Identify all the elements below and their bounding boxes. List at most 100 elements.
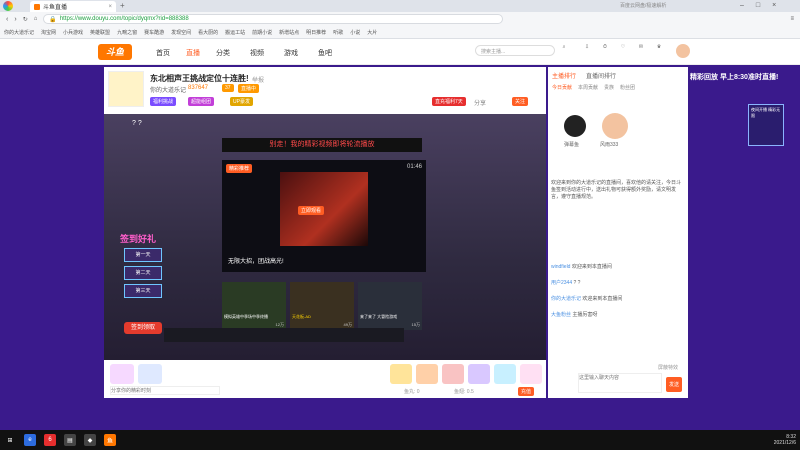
nav-game[interactable]: 游戏 (284, 48, 298, 58)
app-icon[interactable]: ◆ (84, 434, 96, 446)
nav-category[interactable]: 分类 (216, 48, 230, 58)
chat-user[interactable]: windfield (551, 264, 570, 270)
follow-button[interactable]: 关注 (512, 97, 529, 106)
fish-balance: 鱼丸: 0 (404, 389, 420, 395)
room-title: 东北相声王挑战定位十连胜! (150, 74, 249, 83)
download-icon[interactable]: ⇩ (580, 44, 594, 58)
tab-close-icon[interactable]: × (108, 4, 112, 10)
room-tag[interactable]: 福利挑战 (150, 97, 177, 106)
nav-live[interactable]: 直播 (186, 48, 200, 58)
message-icon[interactable]: ✉ (634, 44, 648, 58)
menu-icon[interactable]: ≡ (790, 16, 794, 22)
browser-logo-icon[interactable] (3, 1, 13, 11)
bookmark-item[interactable]: 你的大道乐记 (4, 29, 34, 36)
gift-badge[interactable]: 直充福利7天 (432, 97, 466, 106)
anchor-avatar[interactable] (108, 71, 144, 107)
sign-in-day[interactable]: 第二天 (124, 266, 162, 280)
subtab[interactable]: 今日贡献 (552, 84, 572, 94)
forward-icon[interactable]: › (14, 16, 16, 23)
mute-effects-toggle[interactable]: 屏蔽特效 (658, 364, 678, 371)
report-link[interactable]: 举报 (252, 75, 264, 84)
bookmark-item[interactable]: 看大厨的 (198, 29, 218, 36)
replay-preview[interactable]: 精彩推荐 01:46 立即观看 无限大招，团战高光! (222, 160, 426, 272)
recommend-card[interactable]: 来了来了 大冒险游戏 15万 (358, 282, 422, 330)
folder-icon[interactable]: ▤ (64, 434, 76, 446)
nav-video[interactable]: 视频 (250, 48, 264, 58)
share-button[interactable]: 分享 (474, 98, 486, 107)
subtab[interactable]: 本周贡献 (578, 84, 598, 94)
room-tag[interactable]: UP豪发 (230, 97, 253, 106)
send-button[interactable]: 发送 (666, 377, 683, 392)
gift-icon[interactable] (390, 364, 412, 384)
vip-icon[interactable]: ♛ (652, 44, 666, 58)
app-icon[interactable]: 6 (44, 434, 56, 446)
bookmark-item[interactable]: 小兵游戏 (63, 29, 83, 36)
start-icon[interactable]: ⊞ (4, 434, 16, 446)
recommend-card[interactable]: 天花板-AD 49万 (290, 282, 354, 330)
recommend-card[interactable]: 模拟英雄中季场中季终播 12万 (222, 282, 286, 330)
bookmark-item[interactable]: 英雄联盟 (90, 29, 110, 36)
subtab[interactable]: 粉丝团 (620, 84, 635, 94)
back-icon[interactable]: ‹ (6, 16, 8, 23)
nav-fish[interactable]: 鱼吧 (318, 48, 332, 58)
refresh-icon[interactable]: ↻ (23, 16, 28, 23)
room-tag[interactable]: 超能组团 (188, 97, 215, 106)
history-icon[interactable]: ⏱ (598, 44, 612, 58)
bookmark-item[interactable]: 发现空间 (171, 29, 191, 36)
chat-user[interactable]: 你的大道乐记 (551, 296, 581, 302)
gift-icon[interactable] (416, 364, 438, 384)
douyu-logo[interactable]: 斗鱼 (98, 44, 132, 60)
home-icon[interactable]: ⌂ (34, 16, 38, 22)
share-input[interactable] (110, 386, 220, 395)
anchor-name[interactable]: 你的大道乐记 (150, 85, 186, 94)
bookmark-item[interactable]: 前期小说 (252, 29, 272, 36)
bookmark-item[interactable]: 明日推荐 (306, 29, 326, 36)
gift-icon[interactable] (442, 364, 464, 384)
avatar[interactable] (676, 44, 690, 58)
bookmark-item[interactable]: 赛车酷游 (144, 29, 164, 36)
recharge-button[interactable]: 充值 (518, 387, 535, 396)
follow-icon[interactable]: ♡ (616, 44, 630, 58)
mini-banner[interactable]: 夜间开播 精彩无限 (748, 104, 784, 146)
sign-in-panel: 签到好礼 第一天 第二天 第三天 签到领取 (120, 232, 170, 336)
nav-home[interactable]: 首页 (156, 48, 170, 58)
chat-user[interactable]: 用户2344 (551, 280, 572, 286)
sign-in-day[interactable]: 第一天 (124, 248, 162, 262)
chat-input[interactable] (578, 373, 662, 393)
fish-ball-icon[interactable] (138, 364, 162, 384)
video-player[interactable]: ? ? 别走！我的精彩视频即将轮流播放 精彩推荐 01:46 立即观看 无限大招… (104, 114, 546, 360)
tab-anchor-rank[interactable]: 主播排行 (552, 71, 576, 81)
sign-in-day[interactable]: 第三天 (124, 284, 162, 298)
tab-room-rank[interactable]: 直播间排行 (586, 71, 616, 81)
gift-icon[interactable] (494, 364, 516, 384)
minimize-icon[interactable]: – (740, 2, 744, 9)
maximize-icon[interactable]: □ (756, 2, 760, 9)
play-button[interactable]: 立即观看 (298, 206, 325, 215)
bookmark-item[interactable]: 听歌 (333, 29, 343, 36)
browser-icon[interactable]: e (24, 434, 36, 446)
top-hint[interactable]: 百度云网盘/极速解析 (620, 2, 666, 9)
gift-icon[interactable] (520, 364, 542, 384)
browser-tab[interactable]: 斗鱼直播 × (30, 1, 116, 12)
search-input[interactable]: 搜索主播... (475, 45, 555, 56)
chat-user[interactable]: 大鱼粉丝 (551, 312, 571, 318)
gift-icon[interactable] (468, 364, 490, 384)
bookmark-item[interactable]: 新增站点 (279, 29, 299, 36)
new-tab-icon[interactable]: + (120, 1, 125, 10)
treasure-box-icon[interactable] (110, 364, 134, 384)
rank-avatar[interactable] (564, 115, 586, 137)
sign-in-button[interactable]: 签到领取 (124, 322, 162, 334)
rank-avatar[interactable] (602, 113, 628, 139)
url-field[interactable]: 🔒 https://www.douyu.com/topic/dyqmx?rid=… (43, 14, 504, 24)
bookmark-item[interactable]: 九畹之窗 (117, 29, 137, 36)
bookmark-item[interactable]: 大片 (367, 29, 377, 36)
douyu-icon[interactable]: 鱼 (104, 434, 116, 446)
close-window-icon[interactable]: × (772, 2, 776, 9)
bookmark-item[interactable]: 搬运工站 (225, 29, 245, 36)
chat-text: 欢迎来到本直播间 (582, 296, 623, 302)
search-icon[interactable]: ⌕ (557, 44, 571, 58)
subtab[interactable]: 贵族 (604, 84, 614, 94)
player-controls[interactable] (164, 328, 404, 342)
bookmark-item[interactable]: 小说 (350, 29, 360, 36)
bookmark-item[interactable]: 淘宝网 (41, 29, 56, 36)
